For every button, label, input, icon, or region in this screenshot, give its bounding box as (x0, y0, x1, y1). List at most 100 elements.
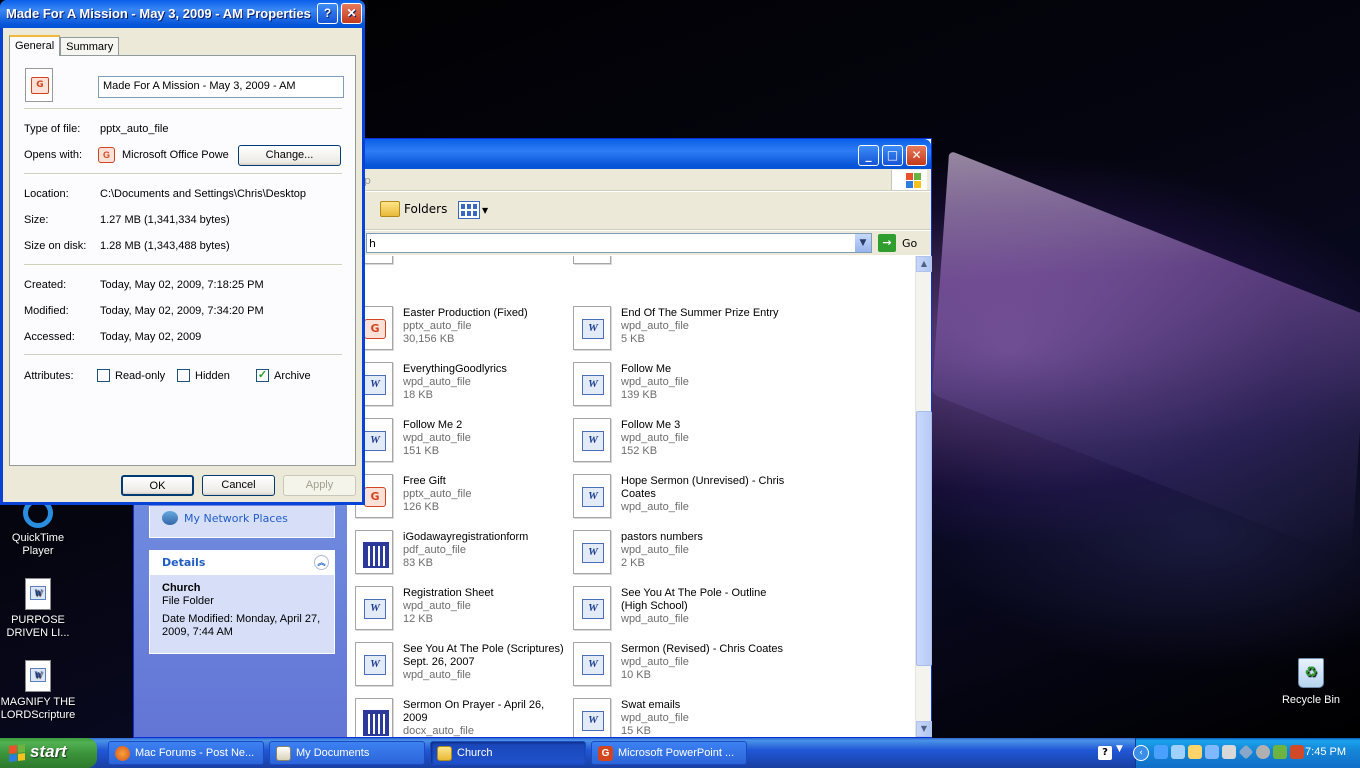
file-type: wpd_auto_file (403, 432, 471, 444)
file-size: 10 KB (621, 669, 651, 681)
scroll-down-arrow[interactable]: ▼ (916, 721, 932, 737)
file-text: Follow Me wpd_auto_file 139 KB (621, 363, 789, 402)
file-item[interactable]: Registration Sheetwpd_auto_file12 KB (355, 586, 571, 636)
folders-label: Folders (404, 202, 448, 216)
file-text: See You At The Pole - Outline (High Scho… (621, 587, 789, 626)
file-item[interactable]: Sermon On Prayer - April 26, 2009 docx_au… (355, 698, 571, 737)
desktop-icon-purpose-driven[interactable]: W PURPOSE DRIVEN LI... (0, 578, 76, 640)
address-input[interactable]: h ▼ (366, 233, 872, 253)
messenger-icon[interactable] (1171, 745, 1185, 759)
file-item[interactable]: See You At The Pole - Outline (High Scho… (573, 586, 789, 636)
file-item[interactable]: EverythingGoodlyricswpd_auto_file18 KB (355, 362, 571, 412)
file-item[interactable]: 12 KB (355, 256, 571, 270)
file-type: wpd_auto_file (621, 432, 689, 444)
properties-title-bar[interactable]: Made For A Mission - May 3, 2009 - AM Pr… (0, 0, 365, 28)
file-item[interactable]: pastors numberswpd_auto_file2 KB (573, 530, 789, 580)
volume-icon[interactable] (1222, 745, 1236, 759)
file-item[interactable]: Follow Me 2wpd_auto_file151 KB (355, 418, 571, 468)
desktop-icon-magnify[interactable]: W MAGNIFY THE LORDScripture (0, 660, 76, 722)
chevron-down-icon: ▼ (482, 205, 489, 215)
file-type: pptx_auto_file (403, 488, 472, 500)
go-button[interactable]: → Go (878, 234, 917, 252)
file-item[interactable]: Free Giftpptx_auto_file126 KB (355, 474, 571, 524)
readonly-checkbox[interactable]: Read-only (97, 369, 165, 382)
clock[interactable]: 7:45 PM (1305, 746, 1346, 758)
cancel-button[interactable]: Cancel (202, 475, 275, 496)
taskbar-button-church[interactable]: Church (430, 741, 586, 765)
file-item[interactable]: Follow Mewpd_auto_file139 KB (573, 362, 789, 412)
monitor-icon[interactable] (1205, 745, 1219, 759)
security-icon[interactable] (1290, 745, 1304, 759)
file-type: docx_auto_file (403, 725, 474, 737)
desktop-icon-recycle-bin[interactable]: ♻ Recycle Bin (1273, 658, 1349, 707)
file-name-field[interactable]: Made For A Mission - May 3, 2009 - AM (98, 76, 344, 98)
help-icon[interactable]: ? (1098, 746, 1112, 760)
file-type: pptx_auto_file (403, 320, 472, 332)
file-name: Follow Me (621, 363, 672, 375)
modified-value: Today, May 02, 2009, 7:34:20 PM (100, 305, 264, 317)
diamond-icon[interactable] (1238, 744, 1254, 760)
separator (24, 264, 342, 266)
file-text: Follow Me 2 wpd_auto_file 151 KB (403, 419, 571, 458)
vertical-scrollbar[interactable]: ▲ ▼ (915, 256, 932, 737)
change-button[interactable]: Change... (238, 145, 341, 166)
tab-summary[interactable]: Summary (60, 37, 120, 56)
network-places-label: My Network Places (184, 511, 288, 525)
desktop-icon-label: Recycle Bin (1281, 694, 1341, 706)
archive-label: Archive (274, 369, 311, 382)
taskbar-button-mac-forums[interactable]: Mac Forums - Post Ne... (108, 741, 264, 765)
help-button[interactable]: ? (317, 3, 338, 24)
tab-general[interactable]: General (9, 35, 61, 56)
start-button[interactable]: start (0, 738, 97, 768)
ok-button[interactable]: OK (121, 475, 194, 496)
hidden-checkbox[interactable]: Hidden (177, 369, 230, 382)
file-size: 15 KB (621, 725, 651, 737)
properties-dialog[interactable]: Made For A Mission - May 3, 2009 - AM Pr… (0, 0, 365, 505)
collapse-icon[interactable]: ︽ (314, 555, 329, 570)
menu-partial-text[interactable]: p (364, 174, 371, 187)
file-item[interactable]: Follow Me 3wpd_auto_file152 KB (573, 418, 789, 468)
word-file-icon (573, 698, 611, 737)
device-icon[interactable] (1188, 745, 1202, 759)
network-icon[interactable] (1154, 745, 1168, 759)
file-type: wpd_auto_file (621, 376, 689, 388)
close-button[interactable]: ✕ (341, 3, 362, 24)
file-text: Easter Production (Fixed) pptx_auto_file 3… (403, 307, 571, 346)
apply-button[interactable]: Apply (283, 475, 356, 496)
folders-button[interactable]: Folders (380, 201, 447, 217)
desktop-icon-quicktime[interactable]: QuickTime Player (0, 498, 76, 558)
word-file-icon (573, 474, 611, 518)
archive-checkbox[interactable]: ✓ Archive (256, 369, 311, 382)
size-label: Size: (24, 214, 49, 226)
updates-icon[interactable] (1273, 745, 1287, 759)
type-value: pptx_auto_file (100, 123, 169, 135)
file-item[interactable]: Sermon (Revised) - Chris Coateswpd_auto_… (573, 642, 789, 692)
expand-tray-icon[interactable]: ‹ (1133, 745, 1149, 761)
minimize-button[interactable]: _ (858, 145, 879, 166)
file-item[interactable]: iGodawayregistrationform pdf_auto_file 83 … (355, 530, 571, 580)
maximize-button[interactable]: □ (882, 145, 903, 166)
file-name: Free Gift (403, 475, 446, 487)
disc-icon[interactable] (1256, 745, 1270, 759)
network-places-link[interactable]: My Network Places (150, 506, 334, 530)
file-item[interactable]: See You At The Pole (Scriptures) Sept. 2… (355, 642, 571, 692)
desktop-background: QuickTime Player W PURPOSE DRIVEN LI... … (0, 0, 1360, 738)
taskbar-button-powerpoint[interactable]: G Microsoft PowerPoint ... (591, 741, 747, 765)
details-header[interactable]: Details ︽ (150, 551, 334, 575)
file-item[interactable]: Swat emailswpd_auto_file15 KB (573, 698, 789, 737)
views-button[interactable]: ▼ (458, 201, 488, 219)
scroll-thumb[interactable] (916, 411, 932, 666)
word-file-icon (355, 642, 393, 686)
chevron-down-icon[interactable]: ▼ (1116, 744, 1123, 754)
file-item[interactable]: Easter Production (Fixed)pptx_auto_file3… (355, 306, 571, 356)
file-item[interactable]: 37,103 KB (573, 256, 789, 270)
file-size: 151 KB (403, 445, 440, 457)
scroll-up-arrow[interactable]: ▲ (916, 256, 932, 272)
file-item[interactable]: Hope Sermon (Unrevised) - Chris Coateswp… (573, 474, 789, 524)
close-button[interactable]: ✕ (906, 145, 927, 166)
file-text: Sermon (Revised) - Chris Coates wpd_auto_… (621, 643, 789, 682)
file-item[interactable]: End Of The Summer Prize Entrywpd_auto_fi… (573, 306, 789, 356)
taskbar-button-my-documents[interactable]: My Documents (269, 741, 425, 765)
word-file-icon (573, 306, 611, 350)
address-dropdown-arrow[interactable]: ▼ (855, 234, 871, 252)
